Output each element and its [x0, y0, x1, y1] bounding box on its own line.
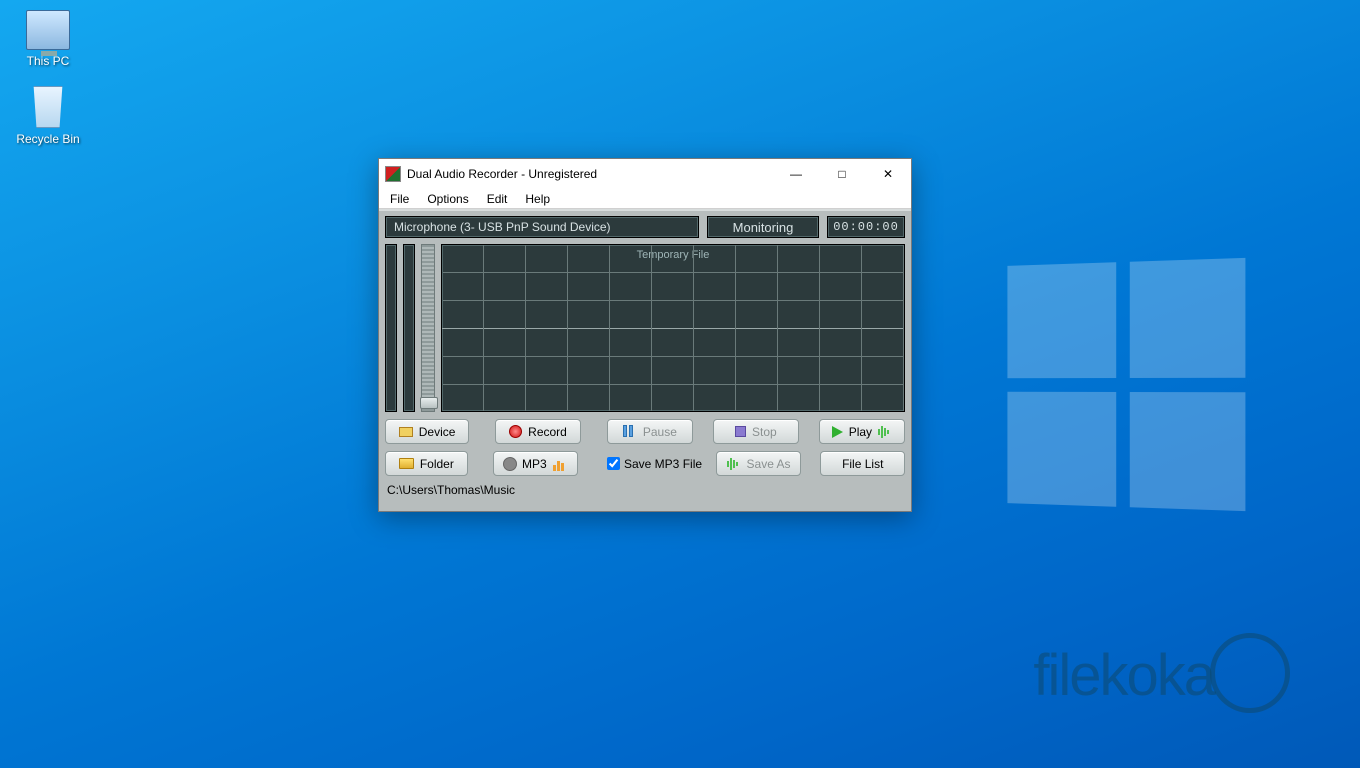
menubar: File Options Edit Help [379, 189, 911, 209]
minimize-button[interactable]: ― [773, 159, 819, 189]
desktop-icon-recycle-bin[interactable]: Recycle Bin [10, 86, 86, 146]
file-list-button[interactable]: File List [820, 451, 905, 476]
save-mp3-checkbox-input[interactable] [607, 457, 620, 470]
play-button[interactable]: Play [819, 419, 905, 444]
mp3-settings-button[interactable]: MP3 [493, 451, 578, 476]
save-as-button[interactable]: Save As [716, 451, 801, 476]
menu-options[interactable]: Options [420, 191, 475, 207]
level-meter-left [385, 244, 397, 412]
desktop-icon-this-pc[interactable]: This PC [10, 10, 86, 68]
windows-logo-wallpaper [1007, 258, 1245, 511]
window-title: Dual Audio Recorder - Unregistered [407, 167, 597, 181]
device-button[interactable]: Device [385, 419, 469, 444]
menu-edit[interactable]: Edit [480, 191, 515, 207]
desktop-icon-label: This PC [10, 54, 86, 68]
save-mp3-checkbox[interactable]: Save MP3 File [603, 457, 710, 471]
timer-display: 00:00:00 [827, 216, 905, 238]
recycle-bin-icon [30, 86, 66, 128]
desktop-icon-label: Recycle Bin [10, 132, 86, 146]
record-button[interactable]: Record [495, 419, 581, 444]
equalizer-icon [553, 457, 567, 471]
menu-help[interactable]: Help [518, 191, 557, 207]
input-device-display: Microphone (3- USB PnP Sound Device) [385, 216, 699, 238]
output-path: C:\Users\Thomas\Music [385, 482, 905, 498]
app-window: Dual Audio Recorder - Unregistered ― □ ✕… [378, 158, 912, 512]
stop-icon [735, 426, 746, 437]
waveform-icon [878, 425, 892, 439]
stop-button[interactable]: Stop [713, 419, 799, 444]
record-icon [509, 425, 522, 438]
slider-thumb[interactable] [420, 397, 438, 409]
maximize-button[interactable]: □ [819, 159, 865, 189]
close-button[interactable]: ✕ [865, 159, 911, 189]
status-mode-display: Monitoring [707, 216, 819, 238]
app-icon [385, 166, 401, 182]
folder-button[interactable]: Folder [385, 451, 468, 476]
gear-icon [504, 458, 516, 470]
waveform-label: Temporary File [442, 249, 904, 261]
device-icon [399, 427, 413, 437]
watermark-bird-icon [1210, 633, 1290, 713]
level-meter-right [403, 244, 415, 412]
computer-icon [26, 10, 70, 50]
titlebar[interactable]: Dual Audio Recorder - Unregistered ― □ ✕ [379, 159, 911, 189]
watermark-text: filekoka [1033, 633, 1290, 713]
play-icon [832, 426, 843, 438]
menu-file[interactable]: File [383, 191, 416, 207]
waveform-display: Temporary File [441, 244, 905, 412]
pause-button[interactable]: Pause [607, 419, 693, 444]
waveform-icon [727, 457, 741, 471]
pause-icon [623, 425, 637, 439]
folder-icon [399, 458, 414, 469]
gain-slider[interactable] [421, 244, 435, 412]
desktop: filekoka This PC Recycle Bin Dual Audio … [0, 0, 1360, 768]
